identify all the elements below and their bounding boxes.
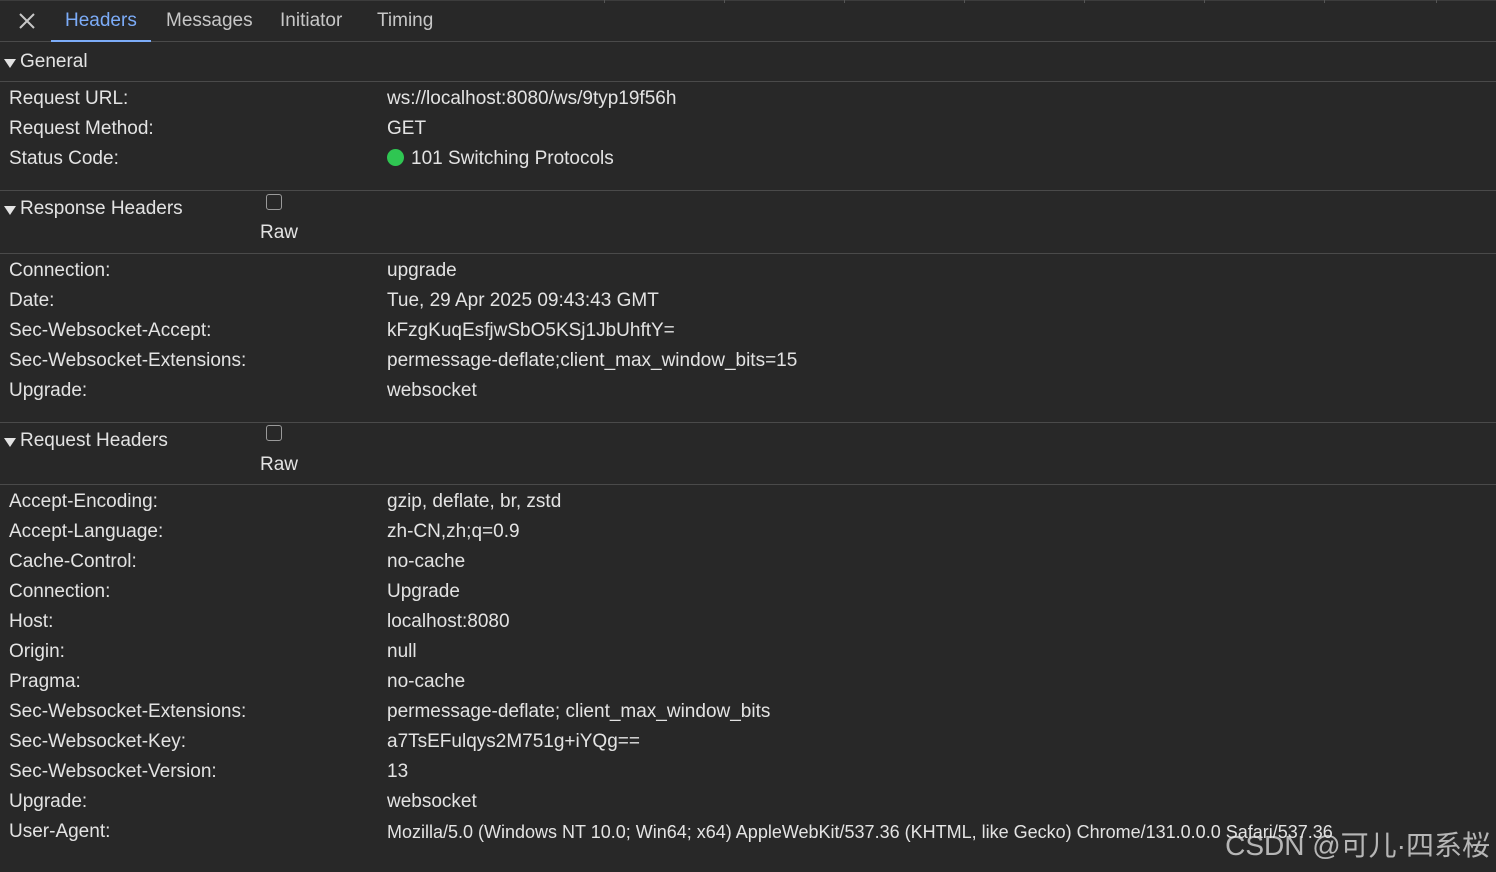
request-header-row: Accept-Language: zh-CN,zh;q=0.9 [0, 517, 1496, 547]
request-header-row: Host: localhost:8080 [0, 607, 1496, 637]
close-icon [19, 13, 35, 29]
header-value: no-cache [387, 671, 466, 692]
request-raw-label: Raw [260, 454, 299, 475]
response-header-row: Sec-Websocket-Accept: kFzgKuqEsfjwSbO5KS… [0, 316, 1496, 346]
header-name: Accept-Language: [9, 521, 164, 542]
header-name: Date: [9, 290, 55, 311]
header-name: Sec-Websocket-Extensions: [9, 701, 247, 722]
request-header-row: Upgrade: websocket [0, 787, 1496, 817]
header-value: 13 [387, 761, 409, 782]
close-button[interactable] [12, 6, 42, 36]
response-headers-title: Response Headers [20, 198, 183, 219]
header-name: Accept-Encoding: [9, 491, 158, 512]
response-header-row: Date: Tue, 29 Apr 2025 09:43:43 GMT [0, 286, 1496, 316]
header-value: null [387, 641, 417, 662]
request-header-row: Origin: null [0, 637, 1496, 667]
divider [0, 81, 1496, 82]
header-name: User-Agent: [9, 821, 111, 842]
header-name: Sec-Websocket-Extensions: [9, 350, 247, 371]
header-name: Request URL: [9, 88, 129, 109]
header-value: upgrade [387, 260, 457, 281]
general-row: Status Code: 101 Switching Protocols [0, 144, 1496, 174]
header-value: gzip, deflate, br, zstd [387, 491, 562, 512]
header-value: websocket [387, 791, 477, 812]
status-dot-icon [387, 149, 404, 166]
header-value: zh-CN,zh;q=0.9 [387, 521, 520, 542]
header-value: no-cache [387, 551, 466, 572]
header-value: permessage-deflate; client_max_window_bi… [387, 701, 771, 722]
header-name: Status Code: [9, 148, 119, 169]
response-header-row: Upgrade: websocket [0, 376, 1496, 406]
header-name: Connection: [9, 260, 111, 281]
header-name: Origin: [9, 641, 65, 662]
request-header-row: Sec-Websocket-Extensions: permessage-def… [0, 697, 1496, 727]
general-row: Request URL: ws://localhost:8080/ws/9typ… [0, 84, 1496, 114]
header-name: Sec-Websocket-Key: [9, 731, 187, 752]
response-raw-checkbox[interactable] [266, 194, 282, 210]
request-headers-title: Request Headers [20, 430, 168, 451]
general-section-toggle[interactable]: General [4, 51, 88, 73]
header-value: permessage-deflate;client_max_window_bit… [387, 350, 798, 371]
general-row: Request Method: GET [0, 114, 1496, 144]
divider-tick [964, 0, 965, 3]
header-name: Connection: [9, 581, 111, 602]
header-name: Host: [9, 611, 54, 632]
request-raw-checkbox[interactable] [266, 425, 282, 441]
divider-tick [604, 0, 605, 3]
header-value: kFzgKuqEsfjwSbO5KSj1JbUhftY= [387, 320, 675, 341]
divider-tick [1204, 0, 1205, 3]
response-header-row: Sec-Websocket-Extensions: permessage-def… [0, 346, 1496, 376]
tab-timing[interactable]: Timing [363, 0, 447, 42]
divider [0, 190, 1496, 191]
header-name: Upgrade: [9, 380, 88, 401]
header-value: ws://localhost:8080/ws/9typ19f56h [387, 88, 677, 109]
request-header-row: Sec-Websocket-Key: a7TsEFulqys2M751g+iYQ… [0, 727, 1496, 757]
divider [0, 253, 1496, 254]
header-value: Mozilla/5.0 (Windows NT 10.0; Win64; x64… [387, 822, 1333, 842]
status-text: 101 Switching Protocols [411, 148, 614, 169]
watermark: CSDN @可儿·四系桜 [1225, 830, 1490, 861]
header-name: Sec-Websocket-Accept: [9, 320, 212, 341]
divider-tick [844, 0, 845, 3]
divider-tick [724, 0, 725, 3]
divider [0, 422, 1496, 423]
caret-down-icon [4, 437, 16, 447]
divider [0, 484, 1496, 485]
tab-initiator[interactable]: Initiator [266, 0, 356, 42]
header-value: Upgrade [387, 581, 460, 602]
caret-down-icon [4, 58, 16, 68]
header-value: Tue, 29 Apr 2025 09:43:43 GMT [387, 290, 659, 311]
request-headers-toggle[interactable]: Request Headers [4, 430, 168, 452]
request-header-row: Accept-Encoding: gzip, deflate, br, zstd [0, 487, 1496, 517]
response-raw-label: Raw [260, 222, 299, 243]
header-value: websocket [387, 380, 477, 401]
caret-down-icon [4, 205, 16, 215]
divider-tick [1324, 0, 1325, 3]
request-header-row: Pragma: no-cache [0, 667, 1496, 697]
header-value: a7TsEFulqys2M751g+iYQg== [387, 731, 640, 752]
request-header-row: Connection: Upgrade [0, 577, 1496, 607]
header-value: localhost:8080 [387, 611, 510, 632]
header-name: Request Method: [9, 118, 154, 139]
request-header-row: Cache-Control: no-cache [0, 547, 1496, 577]
divider-tick [1436, 0, 1437, 3]
tab-messages[interactable]: Messages [152, 0, 267, 42]
header-name: Pragma: [9, 671, 81, 692]
response-headers-toggle[interactable]: Response Headers [4, 198, 183, 220]
header-value: GET [387, 118, 427, 139]
header-name: Cache-Control: [9, 551, 137, 572]
header-name: Upgrade: [9, 791, 88, 812]
request-header-row: Sec-Websocket-Version: 13 [0, 757, 1496, 787]
divider-tick [1084, 0, 1085, 3]
response-header-row: Connection: upgrade [0, 256, 1496, 286]
tab-bar: Headers Messages Initiator Timing [0, 0, 1496, 42]
tab-headers[interactable]: Headers [51, 0, 151, 42]
header-name: Sec-Websocket-Version: [9, 761, 217, 782]
status-code-value: 101 Switching Protocols [387, 144, 614, 174]
general-section-title: General [20, 51, 88, 72]
